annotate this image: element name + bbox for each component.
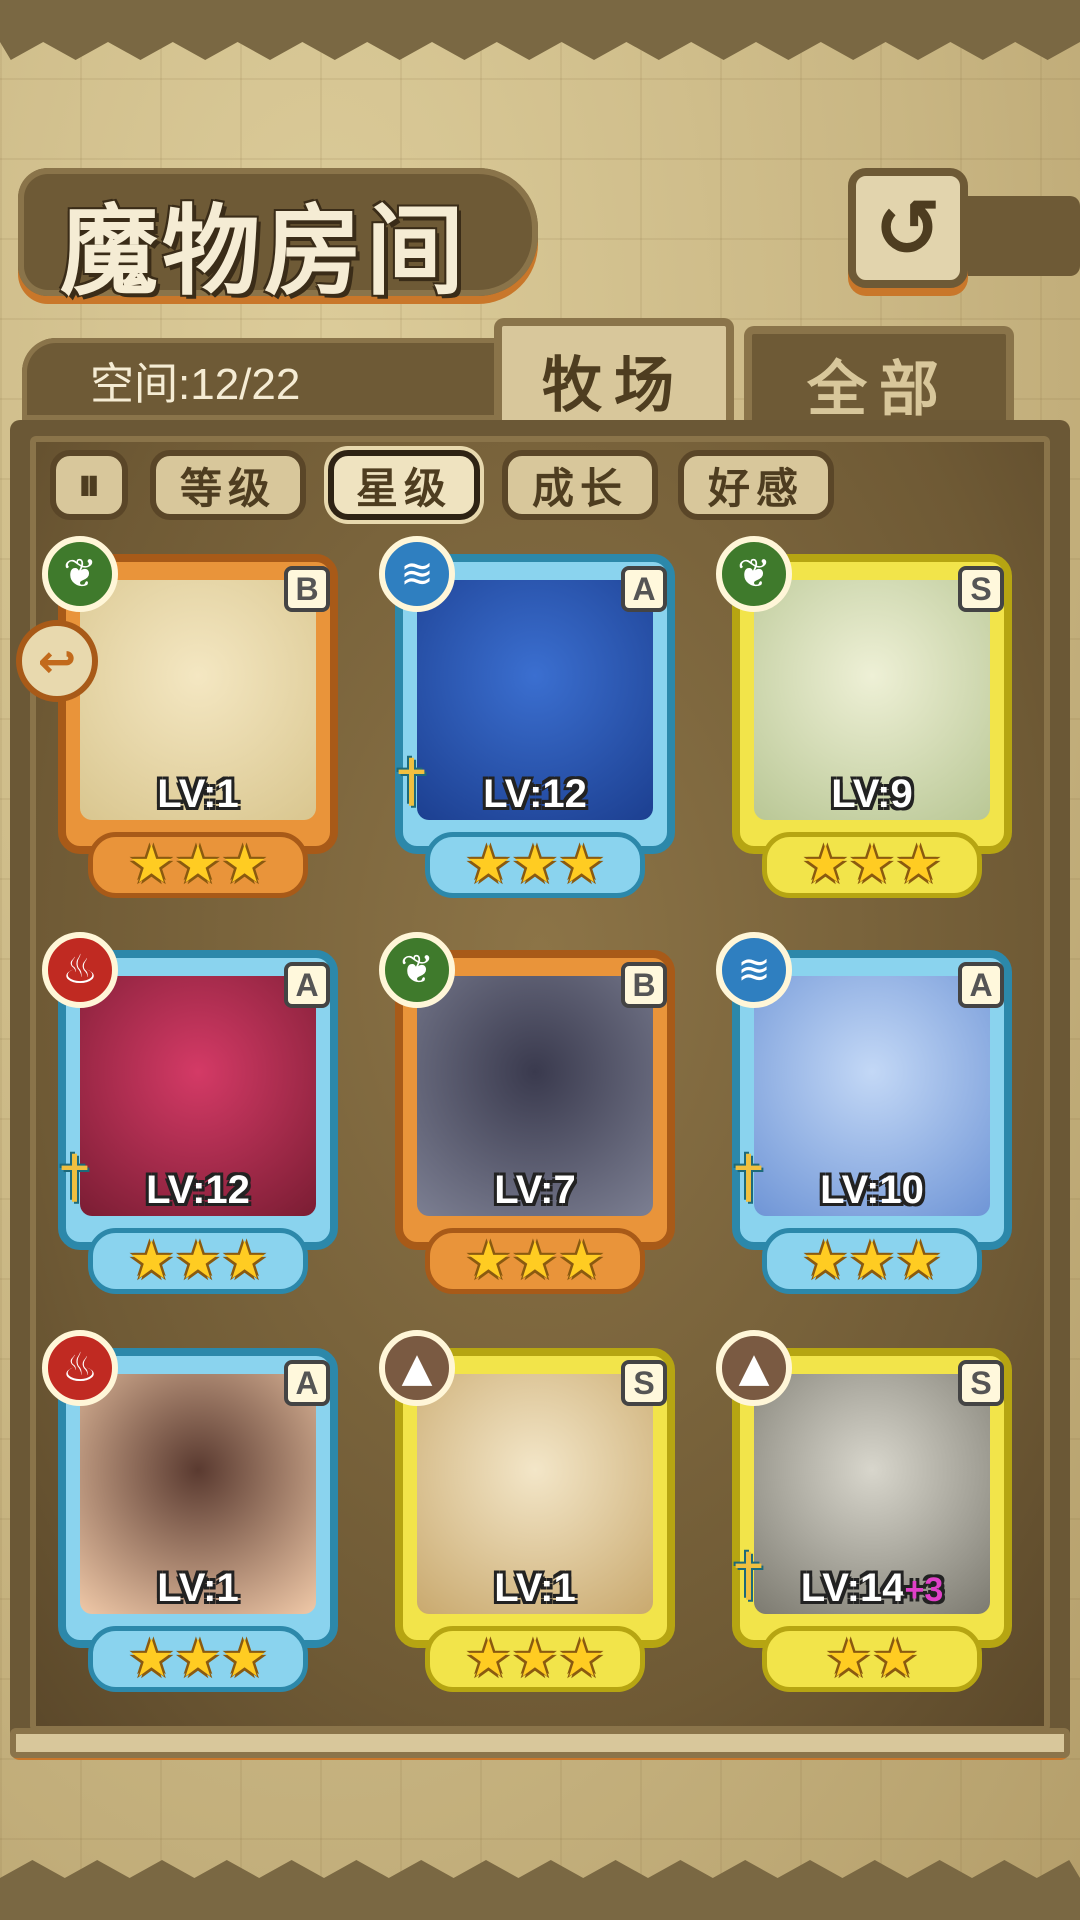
- filter-star-button[interactable]: 星级: [328, 450, 480, 520]
- rank-badge: B: [621, 962, 667, 1008]
- level-text: LV:14: [800, 1566, 905, 1610]
- plant-icon: ❦: [379, 932, 455, 1008]
- back-button-tail: [960, 196, 1080, 276]
- monster-card[interactable]: A ♨ † LV:12 ★★★: [42, 932, 348, 1294]
- panel-bottom-bar: [10, 1728, 1070, 1758]
- level-text: LV:1: [157, 772, 239, 816]
- water-icon: ≋: [379, 536, 455, 612]
- monster-level: LV:1: [385, 1566, 685, 1611]
- return-arrow-icon: ↩: [37, 634, 77, 688]
- monster-card[interactable]: B ❦ LV:1 ★★★: [42, 536, 348, 898]
- rank-badge: A: [621, 566, 667, 612]
- back-icon: ↺: [874, 181, 942, 275]
- rank-badge: A: [958, 962, 1004, 1008]
- rank-badge: B: [284, 566, 330, 612]
- monster-level: LV:12: [385, 772, 685, 817]
- monster-level: LV:10: [722, 1168, 1022, 1213]
- monster-level: LV:14+3: [722, 1566, 1022, 1611]
- monster-level: LV:9: [722, 772, 1022, 817]
- monster-level: LV:7: [385, 1168, 685, 1213]
- star-rating: ★★★: [425, 1626, 645, 1692]
- tab-all[interactable]: 全部: [744, 326, 1014, 434]
- fire-icon: ♨: [42, 932, 118, 1008]
- level-text: LV:12: [146, 1168, 250, 1212]
- level-text: LV:10: [820, 1168, 924, 1212]
- sort-order-toggle[interactable]: ⏸: [50, 450, 128, 520]
- star-rating: ★★★: [88, 1228, 308, 1294]
- plant-icon: ❦: [716, 536, 792, 612]
- star-rating: ★★: [762, 1626, 982, 1692]
- level-text: LV:12: [483, 772, 587, 816]
- rank-badge: S: [958, 566, 1004, 612]
- star-rating: ★★★: [762, 832, 982, 898]
- monster-card[interactable]: B ❦ LV:7 ★★★: [379, 932, 685, 1294]
- rank-badge: S: [958, 1360, 1004, 1406]
- star-rating: ★★★: [88, 1626, 308, 1692]
- monster-card[interactable]: A ≋ † LV:12 ★★★: [379, 536, 685, 898]
- back-button[interactable]: ↺: [848, 168, 968, 288]
- level-text: LV:9: [831, 772, 913, 816]
- space-counter: 空间:12/22: [90, 360, 301, 409]
- star-rating: ★★★: [88, 832, 308, 898]
- level-text: LV:1: [157, 1566, 239, 1610]
- water-icon: ≋: [716, 932, 792, 1008]
- sort-order-icon: ⏸: [77, 457, 101, 511]
- monster-level: LV:1: [48, 1566, 348, 1611]
- rank-badge: A: [284, 1360, 330, 1406]
- star-rating: ★★★: [425, 832, 645, 898]
- monster-card[interactable]: A ≋ † LV:10 ★★★: [716, 932, 1022, 1294]
- rank-badge: A: [284, 962, 330, 1008]
- level-text: LV:7: [494, 1168, 576, 1212]
- page-title: 魔物房间: [60, 195, 469, 309]
- fire-icon: ♨: [42, 1330, 118, 1406]
- level-text: LV:1: [494, 1566, 576, 1610]
- rank-badge: S: [621, 1360, 667, 1406]
- filter-affection-button[interactable]: 好感: [678, 450, 834, 520]
- earth-icon: ▲: [379, 1330, 455, 1406]
- monster-level: LV:12: [48, 1168, 348, 1213]
- monster-card[interactable]: S ▲ LV:1 ★★★: [379, 1330, 685, 1692]
- monster-card[interactable]: S ❦ LV:9 ★★★: [716, 536, 1022, 898]
- filter-level-button[interactable]: 等级: [150, 450, 306, 520]
- filter-growth-button[interactable]: 成长: [502, 450, 658, 520]
- level-bonus: +3: [904, 1571, 944, 1609]
- monster-card[interactable]: S ▲ † LV:14+3 ★★: [716, 1330, 1022, 1692]
- side-arrow-button[interactable]: ↩: [16, 620, 98, 702]
- earth-icon: ▲: [716, 1330, 792, 1406]
- star-rating: ★★★: [425, 1228, 645, 1294]
- monster-level: LV:1: [48, 772, 348, 817]
- star-rating: ★★★: [762, 1228, 982, 1294]
- tab-ranch[interactable]: 牧场: [494, 318, 734, 434]
- monster-card[interactable]: A ♨ LV:1 ★★★: [42, 1330, 348, 1692]
- plant-icon: ❦: [42, 536, 118, 612]
